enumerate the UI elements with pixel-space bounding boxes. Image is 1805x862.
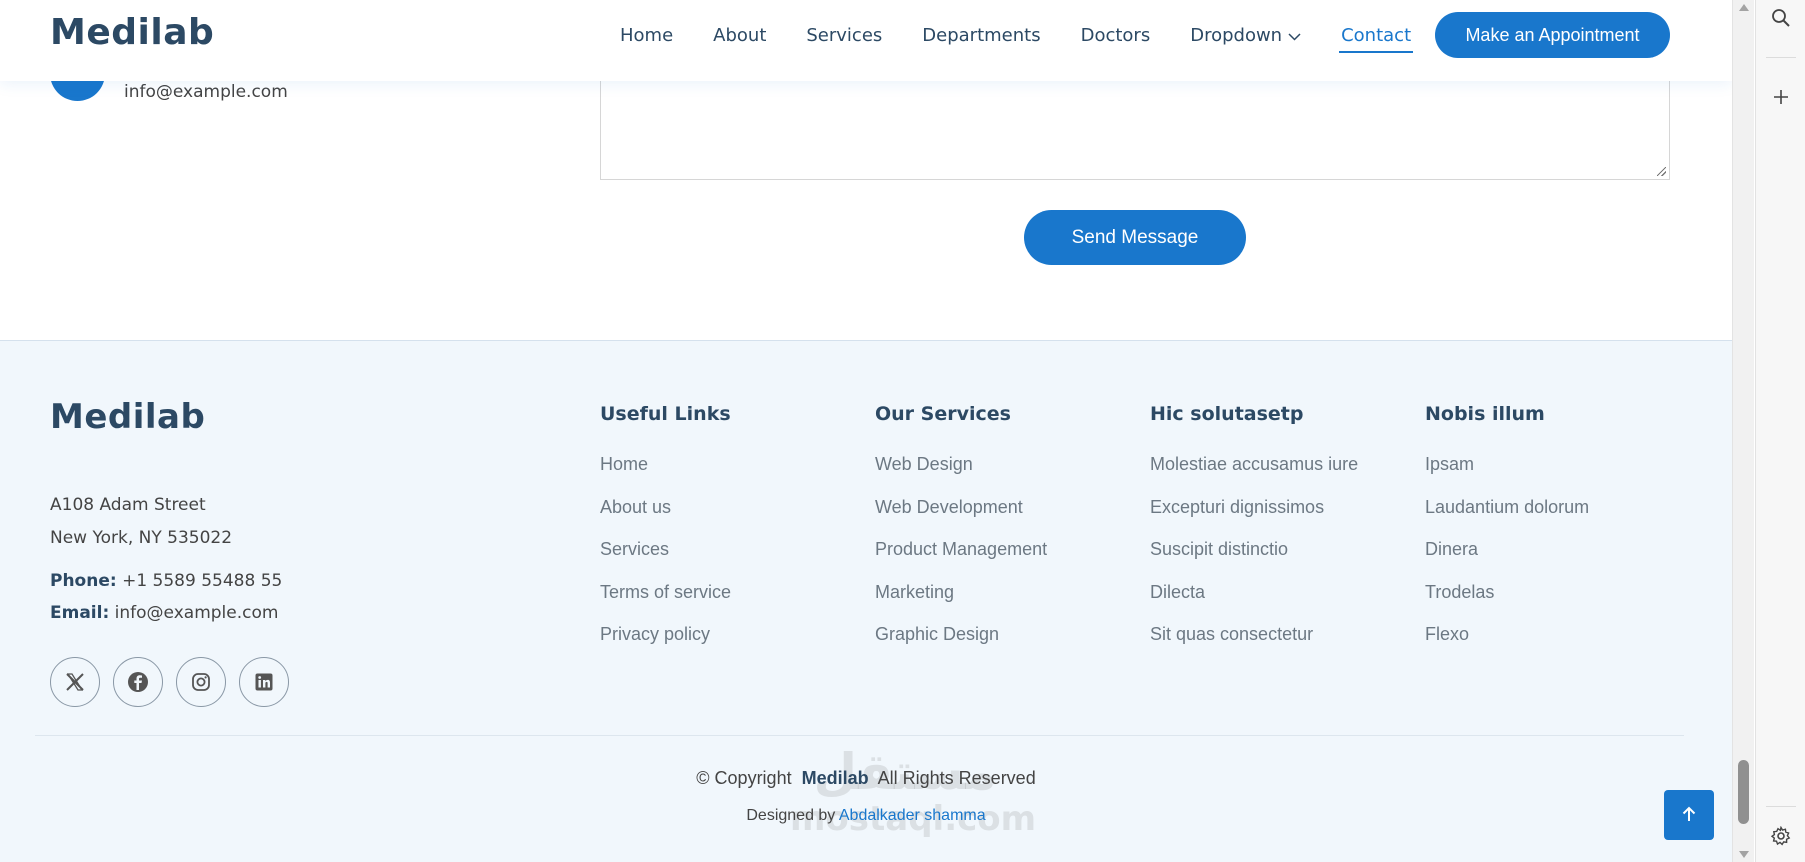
footer-link[interactable]: Product Management xyxy=(875,528,1135,571)
facebook-icon[interactable] xyxy=(113,657,163,707)
footer-link[interactable]: Web Design xyxy=(875,443,1135,486)
social-links xyxy=(50,657,302,707)
footer-link[interactable]: Dilecta xyxy=(1150,571,1410,614)
footer-link[interactable]: Privacy policy xyxy=(600,613,860,656)
footer-col-hic-solutasetp: Hic solutasetp Molestiae accusamus iure … xyxy=(1150,403,1410,656)
chevron-down-icon xyxy=(1288,25,1301,46)
nav-services[interactable]: Services xyxy=(806,25,882,46)
send-message-button[interactable]: Send Message xyxy=(1024,210,1246,265)
plus-icon[interactable] xyxy=(1765,81,1797,113)
footer-link[interactable]: Sit quas consectetur xyxy=(1150,613,1410,656)
scroll-up-arrow-icon[interactable] xyxy=(1739,4,1749,11)
browser-side-panel xyxy=(1755,0,1805,862)
page: info@example.com Send Message Medilab Ho… xyxy=(0,0,1732,862)
nav-contact[interactable]: Contact xyxy=(1339,25,1414,53)
footer-link[interactable]: Dinera xyxy=(1425,528,1685,571)
footer-divider xyxy=(35,735,1684,736)
header-logo[interactable]: Medilab xyxy=(50,12,214,53)
footer-col-nobis-illum: Nobis illum Ipsam Laudantium dolorum Din… xyxy=(1425,403,1685,656)
footer-col-title: Useful Links xyxy=(600,403,731,425)
phone-row: Phone: +1 5589 55488 55 xyxy=(50,565,282,597)
designed-by: Designed by Abdalkader shamma xyxy=(0,807,1732,825)
footer-col-useful-links: Useful Links Home About us Services Term… xyxy=(600,403,860,656)
footer-link[interactable]: Ipsam xyxy=(1425,443,1685,486)
footer-link[interactable]: Services xyxy=(600,528,860,571)
footer-link[interactable]: Flexo xyxy=(1425,613,1685,656)
footer-link[interactable]: Excepturi dignissimos xyxy=(1150,486,1410,529)
resize-handle[interactable] xyxy=(1657,167,1666,176)
search-icon[interactable] xyxy=(1765,2,1797,34)
email-value: info@example.com xyxy=(114,603,279,623)
instagram-icon[interactable] xyxy=(176,657,226,707)
footer-link[interactable]: Marketing xyxy=(875,571,1135,614)
footer-link[interactable]: About us xyxy=(600,486,860,529)
linkedin-icon[interactable] xyxy=(239,657,289,707)
make-appointment-button[interactable]: Make an Appointment xyxy=(1435,12,1670,58)
footer-col-title: Our Services xyxy=(875,403,1011,425)
footer-contact-info: Phone: +1 5589 55488 55 Email: info@exam… xyxy=(50,565,282,629)
designed-prefix: Designed by xyxy=(746,807,836,824)
nav-dropdown[interactable]: Dropdown xyxy=(1190,25,1301,46)
footer-logo[interactable]: Medilab xyxy=(50,397,205,437)
footer-link[interactable]: Laudantium dolorum xyxy=(1425,486,1685,529)
footer-link[interactable]: Web Development xyxy=(875,486,1135,529)
back-to-top-button[interactable] xyxy=(1664,790,1714,840)
footer-link[interactable]: Graphic Design xyxy=(875,613,1135,656)
copyright: © Copyright Medilab All Rights Reserved xyxy=(0,768,1732,789)
scrollbar-thumb[interactable] xyxy=(1738,760,1749,824)
main-nav: Home About Services Departments Doctors … xyxy=(600,0,1431,70)
nav-doctors[interactable]: Doctors xyxy=(1081,25,1151,46)
footer-col-title: Nobis illum xyxy=(1425,403,1545,425)
arrow-up-icon xyxy=(1680,805,1698,826)
email-label: Email: xyxy=(50,603,110,623)
footer-link[interactable]: Trodelas xyxy=(1425,571,1685,614)
email-row: Email: info@example.com xyxy=(50,597,282,629)
footer-col-title: Hic solutasetp xyxy=(1150,403,1304,425)
phone-label: Phone: xyxy=(50,571,117,591)
address-line-1: A108 Adam Street xyxy=(50,495,206,515)
footer-col-our-services: Our Services Web Design Web Development … xyxy=(875,403,1135,656)
footer-link[interactable]: Molestiae accusamus iure xyxy=(1150,443,1410,486)
copyright-suffix: All Rights Reserved xyxy=(877,768,1036,788)
site-header: Medilab Home About Services Departments … xyxy=(0,0,1732,81)
settings-icon[interactable] xyxy=(1765,820,1797,852)
x-icon[interactable] xyxy=(50,657,100,707)
footer-link[interactable]: Home xyxy=(600,443,860,486)
designer-link[interactable]: Abdalkader shamma xyxy=(839,807,986,824)
nav-about[interactable]: About xyxy=(713,25,766,46)
contact-email: info@example.com xyxy=(124,82,288,102)
copyright-brand: Medilab xyxy=(801,768,869,788)
footer-address: A108 Adam Street New York, NY 535022 xyxy=(50,489,232,555)
side-panel-divider xyxy=(1766,57,1796,58)
phone-value: +1 5589 55488 55 xyxy=(122,571,283,591)
page-scrollbar[interactable] xyxy=(1732,0,1754,862)
nav-departments[interactable]: Departments xyxy=(922,25,1040,46)
side-panel-divider xyxy=(1766,806,1796,807)
footer-link[interactable]: Terms of service xyxy=(600,571,860,614)
nav-dropdown-label: Dropdown xyxy=(1190,24,1283,46)
address-line-2: New York, NY 535022 xyxy=(50,528,233,548)
footer-link[interactable]: Suscipit distinctio xyxy=(1150,528,1410,571)
scroll-down-arrow-icon[interactable] xyxy=(1739,851,1749,858)
site-footer: Medilab A108 Adam Street New York, NY 53… xyxy=(0,340,1732,862)
copyright-prefix: © Copyright xyxy=(696,768,792,788)
nav-home[interactable]: Home xyxy=(620,25,673,46)
